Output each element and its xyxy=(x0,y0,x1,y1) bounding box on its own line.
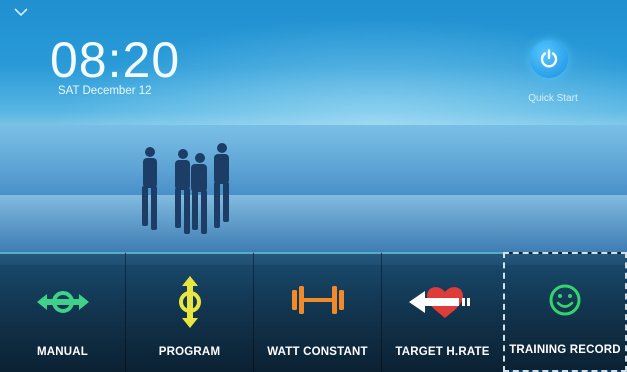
smiley-icon xyxy=(549,284,581,316)
tile-label: PROGRAM xyxy=(158,346,221,358)
heart-icon xyxy=(408,287,470,318)
tile-label: TRAINING RECORD xyxy=(509,344,621,356)
program-icon xyxy=(178,276,201,328)
tile-label: TARGET H.RATE xyxy=(395,346,490,358)
tile-manual[interactable]: MANUAL xyxy=(0,252,125,372)
runners-image xyxy=(142,143,229,234)
power-icon xyxy=(540,49,558,68)
tile-label: WATT CONSTANT xyxy=(267,346,368,358)
clock-time: 08:20 xyxy=(50,32,181,88)
background-sea xyxy=(0,125,627,200)
quick-start-label: Quick Start xyxy=(528,93,578,104)
tile-program[interactable]: PROGRAM xyxy=(125,252,253,372)
dumbbell-icon xyxy=(291,286,344,314)
tile-training-record[interactable]: TRAINING RECORD xyxy=(503,252,627,372)
program-tiles: MANUAL PROGRAM WATT CONSTANT TARGET H.RA… xyxy=(0,252,627,372)
clock-date: SAT December 12 xyxy=(58,85,152,97)
collapse-chevron-icon[interactable] xyxy=(14,6,28,20)
tile-label: MANUAL xyxy=(36,346,89,358)
tile-target-heart-rate[interactable]: TARGET H.RATE xyxy=(381,252,503,372)
tile-watt-constant[interactable]: WATT CONSTANT xyxy=(253,252,381,372)
quick-start-button[interactable] xyxy=(530,40,568,78)
home-screen: 08:20 SAT December 12 Quick Start MANUAL xyxy=(0,0,627,372)
manual-icon xyxy=(36,291,89,313)
